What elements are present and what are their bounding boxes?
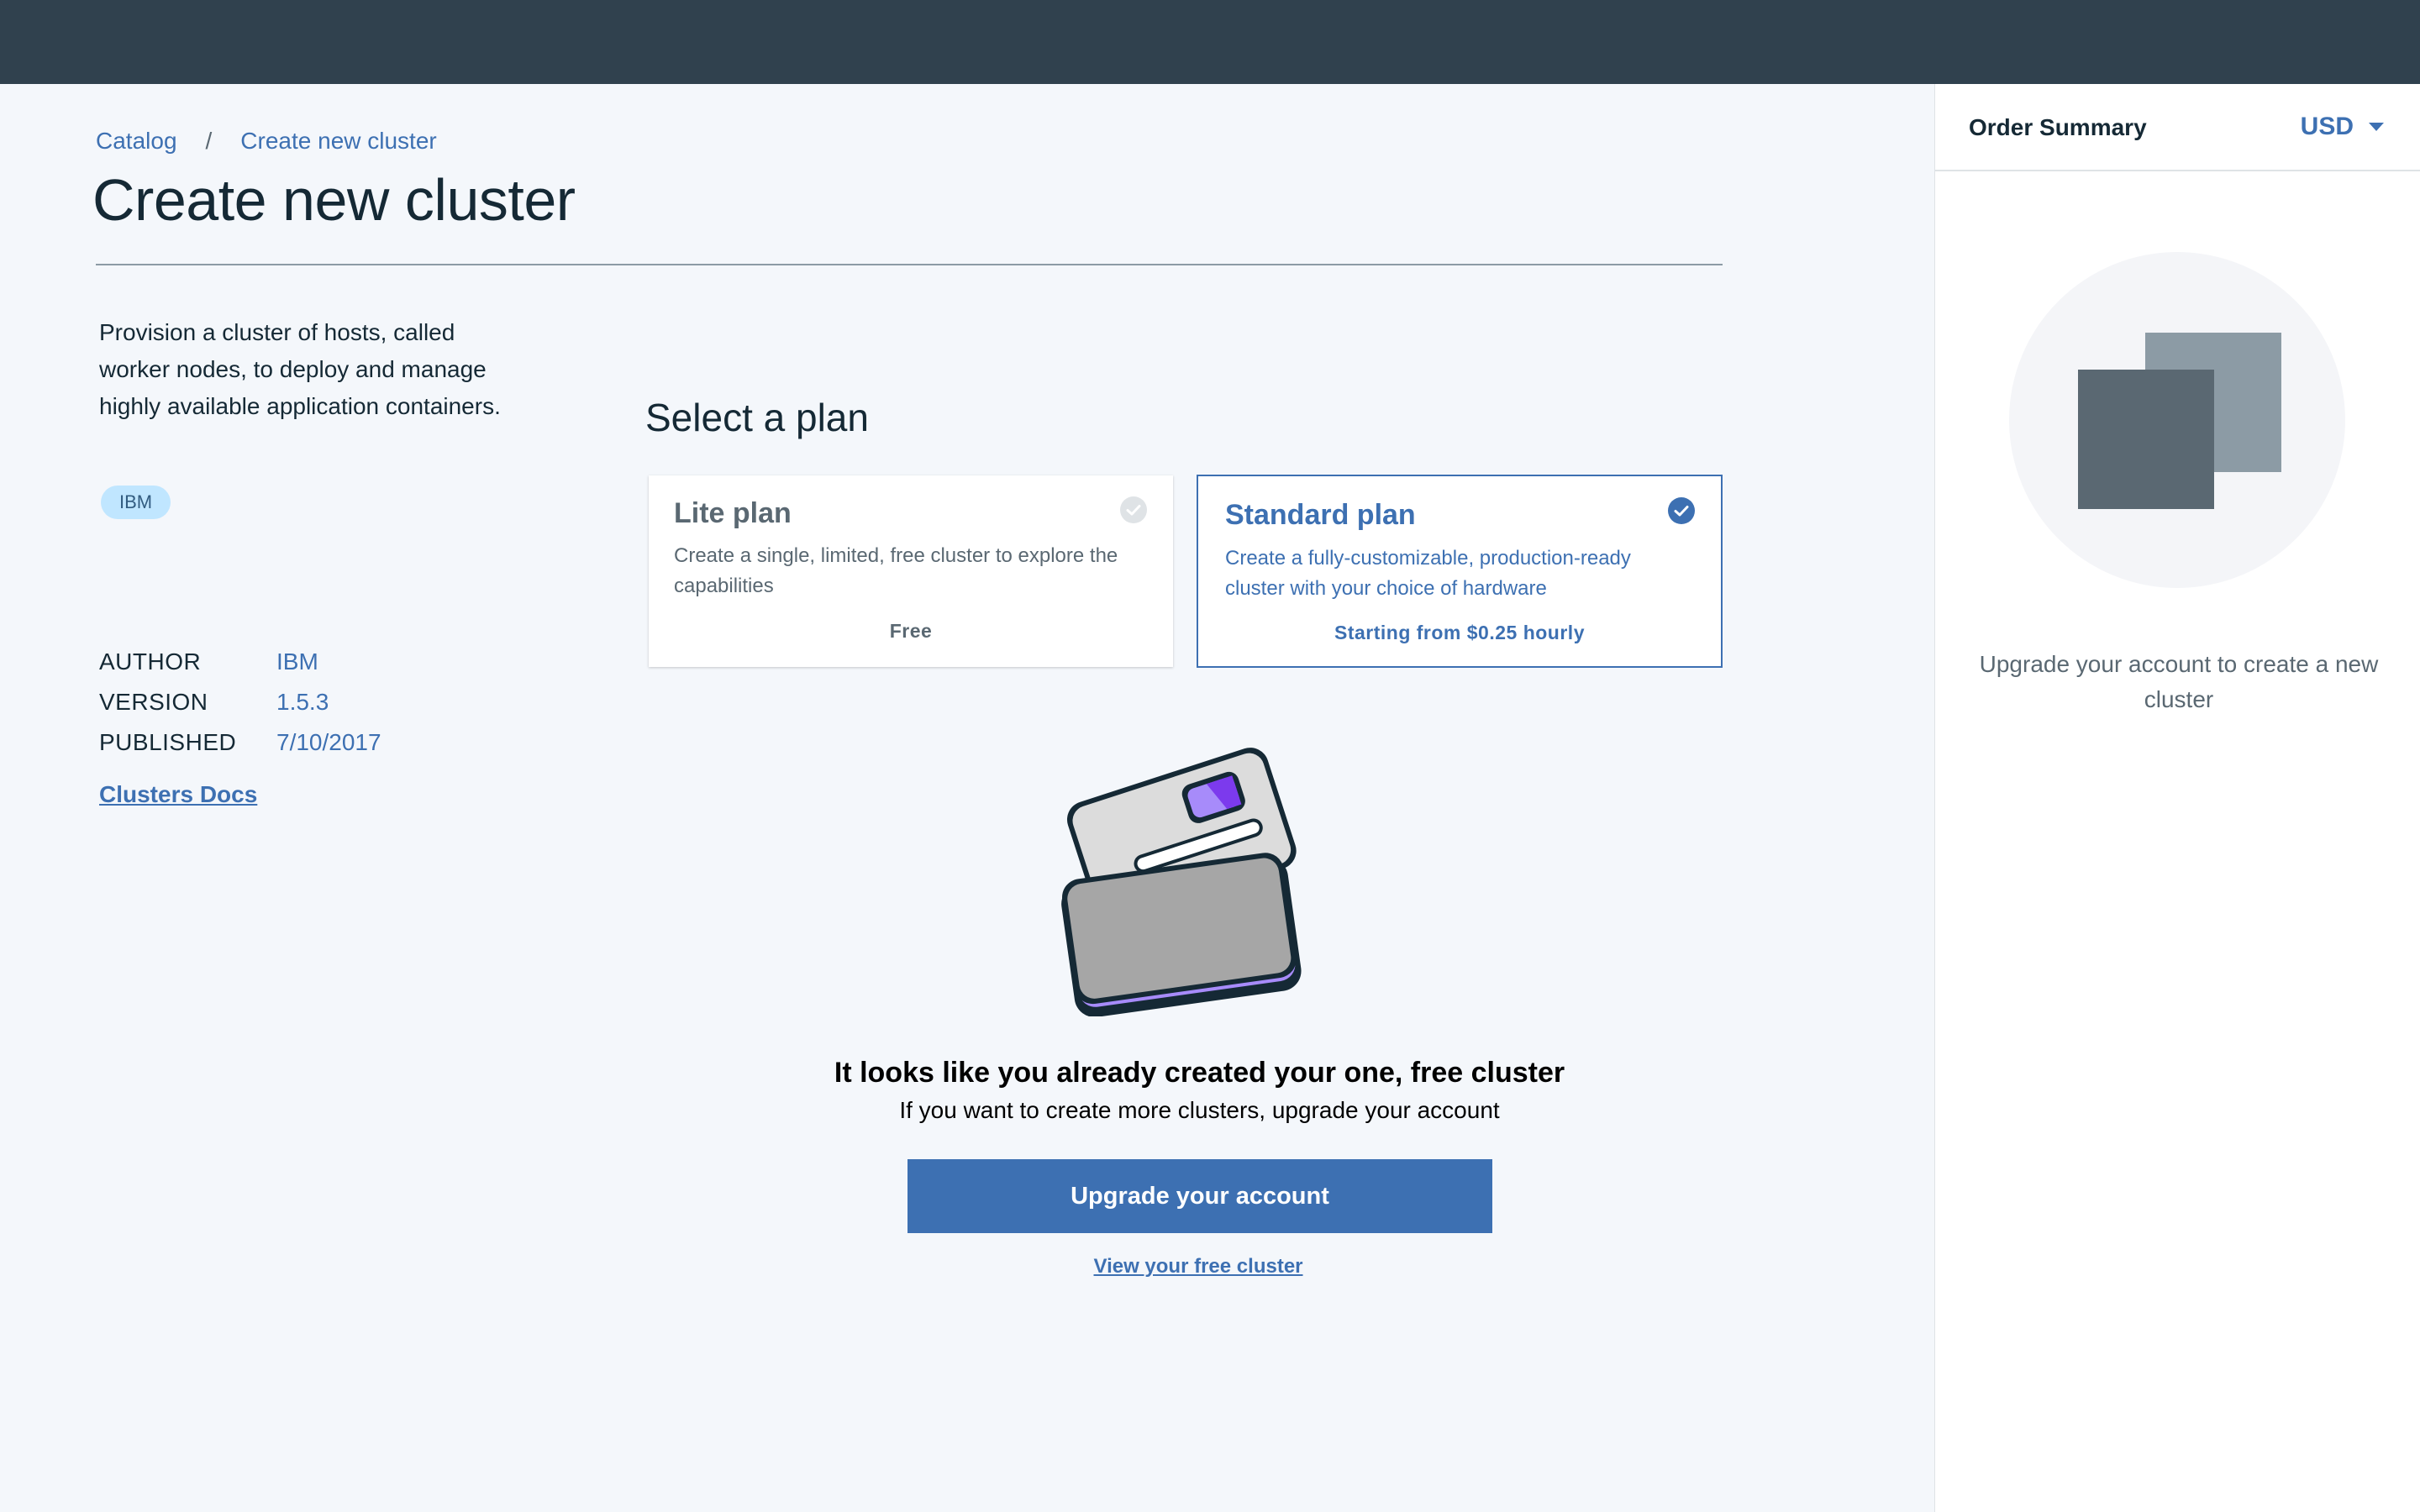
cluster-illustration [1061, 748, 1302, 1016]
stacked-squares-icon [2009, 252, 2345, 588]
order-summary-header: Order Summary USD [1935, 84, 2420, 171]
caret-down-icon [2369, 123, 2384, 131]
standard-plan-description: Create a fully-customizable, production-… [1225, 547, 1631, 600]
currency-value: USD [2300, 113, 2354, 140]
order-summary-panel: Order Summary USD Upgrade your account t… [1934, 84, 2420, 1512]
meta-author-label: AUTHOR [99, 648, 202, 675]
top-navigation-bar [0, 0, 2420, 84]
standard-plan-card[interactable]: Standard plan Create a fully-customizabl… [1197, 475, 1723, 668]
checkmark-circle-filled-icon [1668, 497, 1695, 524]
lite-plan-price: Free [889, 620, 933, 642]
upgrade-account-button[interactable]: Upgrade your account [908, 1159, 1492, 1233]
meta-version-value: 1.5.3 [276, 689, 329, 715]
checkmark-circle-icon [1120, 496, 1147, 523]
title-divider [96, 264, 1723, 265]
provider-tag: IBM [101, 486, 171, 519]
meta-author-value: IBM [276, 648, 318, 675]
clusters-docs-link[interactable]: Clusters Docs [99, 781, 257, 808]
currency-selector[interactable]: USD [2301, 113, 2384, 141]
main-content: Catalog / Create new cluster Create new … [0, 84, 1934, 1512]
breadcrumb-separator: / [205, 128, 213, 154]
meta-published-value: 7/10/2017 [276, 729, 381, 755]
select-plan-heading: Select a plan [645, 396, 869, 439]
lite-plan-name: Lite plan [674, 497, 792, 529]
page-title: Create new cluster [92, 167, 576, 233]
service-metadata: AUTHOR IBM VERSION 1.5.3 PUBLISHED 7/10/… [99, 647, 381, 758]
standard-plan-name: Standard plan [1225, 499, 1416, 531]
meta-published-label: PUBLISHED [99, 729, 237, 755]
meta-version-label: VERSION [99, 689, 208, 715]
order-summary-title: Order Summary [1969, 114, 2147, 140]
lite-plan-description: Create a single, limited, free cluster t… [674, 544, 1118, 597]
order-summary-message: Upgrade your account to create a new clu… [1979, 651, 2379, 712]
breadcrumb-catalog[interactable]: Catalog [96, 128, 177, 155]
service-description: Provision a cluster of hosts, called wor… [99, 319, 501, 419]
standard-plan-price: Starting from $0.25 hourly [1334, 622, 1585, 643]
breadcrumb: Catalog / Create new cluster [96, 128, 437, 155]
lite-plan-card[interactable]: Lite plan Create a single, limited, free… [649, 475, 1173, 667]
breadcrumb-create-new-cluster[interactable]: Create new cluster [240, 128, 436, 155]
